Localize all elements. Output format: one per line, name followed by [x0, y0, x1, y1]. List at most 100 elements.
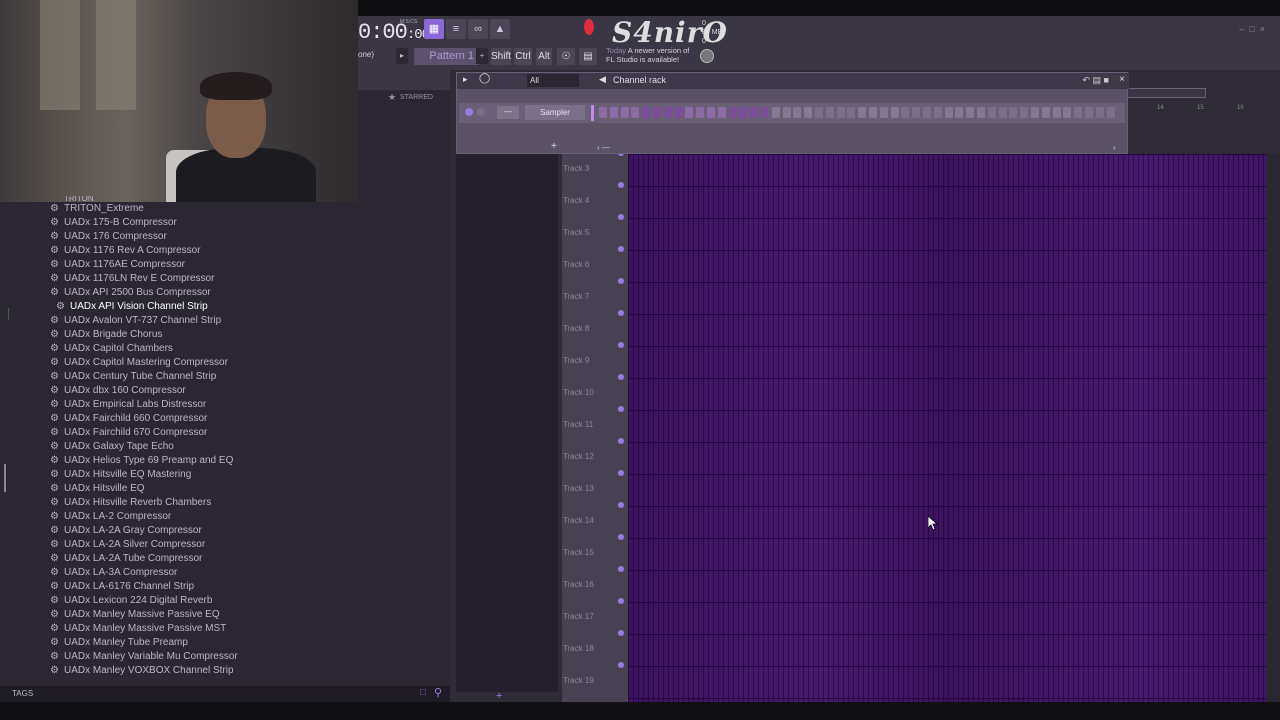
time-display[interactable]: 0:00:00: [358, 20, 430, 45]
step-button[interactable]: [599, 107, 607, 118]
track-enable-icon[interactable]: [618, 438, 624, 444]
step-button[interactable]: [825, 107, 834, 118]
folder-icon[interactable]: □: [420, 687, 426, 698]
track-label[interactable]: Track 13: [563, 484, 594, 493]
step-button[interactable]: [923, 107, 931, 118]
step-button[interactable]: [739, 107, 748, 118]
plugin-list-item[interactable]: ⚙ UADx Manley Massive Passive EQ: [48, 608, 348, 622]
plugin-list-item[interactable]: ⚙ UADx Fairchild 670 Compressor: [48, 426, 348, 440]
track-label[interactable]: Track 5: [563, 228, 589, 237]
playlist-scrollbar[interactable]: [1266, 154, 1280, 702]
plugin-list-item[interactable]: ⚙ UADx Brigade Chorus: [48, 328, 348, 342]
plugin-list-item[interactable]: ⚙ UADx Hitsville Reverb Chambers: [48, 496, 348, 510]
step-button[interactable]: [944, 107, 953, 118]
track-enable-icon[interactable]: [618, 342, 624, 348]
track-enable-icon[interactable]: [618, 566, 624, 572]
step-button[interactable]: [782, 107, 791, 118]
timeline-ruler[interactable]: 14 15 16: [1116, 88, 1280, 154]
plugin-list-item[interactable]: ⚙ UADx dbx 160 Compressor: [48, 384, 348, 398]
step-button[interactable]: [1031, 107, 1039, 118]
shift-button[interactable]: Shift: [491, 48, 511, 65]
track-enable-icon[interactable]: [618, 630, 624, 636]
plugin-list-item[interactable]: ⚙ UADx LA-6176 Channel Strip: [48, 580, 348, 594]
plugin-list-item[interactable]: ⚙ UADx LA-2 Compressor: [48, 510, 348, 524]
step-button[interactable]: [966, 107, 975, 118]
step-button[interactable]: [761, 107, 769, 118]
close-icon[interactable]: ×: [1119, 74, 1125, 85]
track-label[interactable]: Track 19: [563, 676, 594, 685]
plugin-list-item[interactable]: ⚙ UADx Capitol Mastering Compressor: [48, 356, 348, 370]
plugin-list-item[interactable]: ⚙ UADx Lexicon 224 Digital Reverb: [48, 594, 348, 608]
track-label[interactable]: Track 18: [563, 644, 594, 653]
step-button[interactable]: [620, 107, 629, 118]
rack-scroll-left-icon[interactable]: ‹ —: [597, 143, 610, 152]
playlist-grid[interactable]: [628, 154, 1266, 702]
step-button[interactable]: [987, 107, 996, 118]
channel-rack-titlebar[interactable]: ▸ ◯ All ◀ Channel rack ↶ ▤ ■ ×: [457, 73, 1129, 89]
plugin-list-item[interactable]: ⚙ UADx API 2500 Bus Compressor: [48, 286, 348, 300]
track-enable-icon[interactable]: [618, 246, 624, 252]
step-button[interactable]: [609, 107, 618, 118]
plugin-list-item[interactable]: ⚙ UADx 1176 Rev A Compressor: [48, 244, 348, 258]
wait-input-icon[interactable]: ▲: [490, 19, 510, 39]
step-button[interactable]: [674, 107, 683, 118]
window-controls[interactable]: –□×: [1239, 24, 1270, 34]
track-enable-icon[interactable]: [618, 182, 624, 188]
group-filter-select[interactable]: All: [527, 74, 579, 87]
step-button[interactable]: [901, 107, 910, 118]
track-label[interactable]: Track 4: [563, 196, 589, 205]
step-button[interactable]: [1106, 107, 1115, 118]
snap-icon[interactable]: ☉: [557, 48, 575, 65]
track-enable-icon[interactable]: [618, 310, 624, 316]
channel-led-icon[interactable]: [465, 108, 473, 116]
step-button[interactable]: [890, 107, 899, 118]
step-button[interactable]: [1074, 107, 1083, 118]
metronome-icon[interactable]: ∞: [468, 19, 488, 39]
step-button[interactable]: [717, 107, 726, 118]
pattern-prev-icon[interactable]: ▸: [396, 48, 408, 64]
plugin-list-item[interactable]: ⚙ TRITON_Extreme: [48, 202, 348, 216]
track-enable-icon[interactable]: [618, 502, 624, 508]
track-enable-icon[interactable]: [618, 374, 624, 380]
plugin-list-item[interactable]: ⚙ UADx Galaxy Tape Echo: [48, 440, 348, 454]
step-button[interactable]: [653, 107, 661, 118]
step-button[interactable]: [847, 107, 856, 118]
track-label[interactable]: Track 12: [563, 452, 594, 461]
globe-icon[interactable]: [700, 49, 714, 63]
add-pattern-icon[interactable]: +: [476, 48, 488, 64]
track-label[interactable]: Track 11: [563, 420, 593, 429]
browser-collapse-handle[interactable]: [8, 308, 14, 320]
track-enable-icon[interactable]: [618, 470, 624, 476]
plugin-list-item[interactable]: ⚙ UADx LA-3A Compressor: [48, 566, 348, 580]
track-label[interactable]: Track 3: [563, 164, 589, 173]
track-label[interactable]: Track 14: [563, 516, 594, 525]
plugin-list-item[interactable]: ⚙ UADx 176 Compressor: [48, 230, 348, 244]
track-label[interactable]: Track 10: [563, 388, 594, 397]
track-label[interactable]: Track 15: [563, 548, 594, 557]
plugin-list-item[interactable]: ⚙ UADx LA-2A Tube Compressor: [48, 552, 348, 566]
track-label[interactable]: Track 7: [563, 292, 589, 301]
step-button[interactable]: [836, 107, 845, 118]
step-edit-icon[interactable]: ≡: [446, 19, 466, 39]
track-enable-icon[interactable]: [618, 598, 624, 604]
step-button[interactable]: [631, 107, 640, 118]
alt-button[interactable]: Alt: [536, 48, 552, 65]
plugin-list-item[interactable]: ⚙ UADx Helios Type 69 Preamp and EQ: [48, 454, 348, 468]
news-panel[interactable]: Today A newer version of FL Studio is av…: [606, 46, 689, 64]
channel-button-sampler[interactable]: Sampler: [525, 105, 585, 120]
plugin-list-item[interactable]: ⚙ UADx 175-B Compressor: [48, 216, 348, 230]
channel-mixer-track[interactable]: —: [497, 106, 519, 119]
track-label[interactable]: Track 16: [563, 580, 594, 589]
step-button[interactable]: [771, 107, 780, 118]
step-button[interactable]: [728, 107, 737, 118]
track-enable-icon[interactable]: [618, 662, 624, 668]
step-button[interactable]: [750, 107, 759, 118]
step-button[interactable]: [663, 107, 672, 118]
step-button[interactable]: [685, 107, 694, 118]
rack-options-icon[interactable]: ◯: [479, 73, 490, 84]
plugin-list-item[interactable]: ⚙ UADx 1176AE Compressor: [48, 258, 348, 272]
step-button[interactable]: [642, 107, 651, 118]
plugin-list-item[interactable]: ⚙ UADx LA-2A Gray Compressor: [48, 524, 348, 538]
plugin-list-item[interactable]: ⚙ UADx API Vision Channel Strip: [48, 300, 348, 314]
step-button[interactable]: [912, 107, 921, 118]
